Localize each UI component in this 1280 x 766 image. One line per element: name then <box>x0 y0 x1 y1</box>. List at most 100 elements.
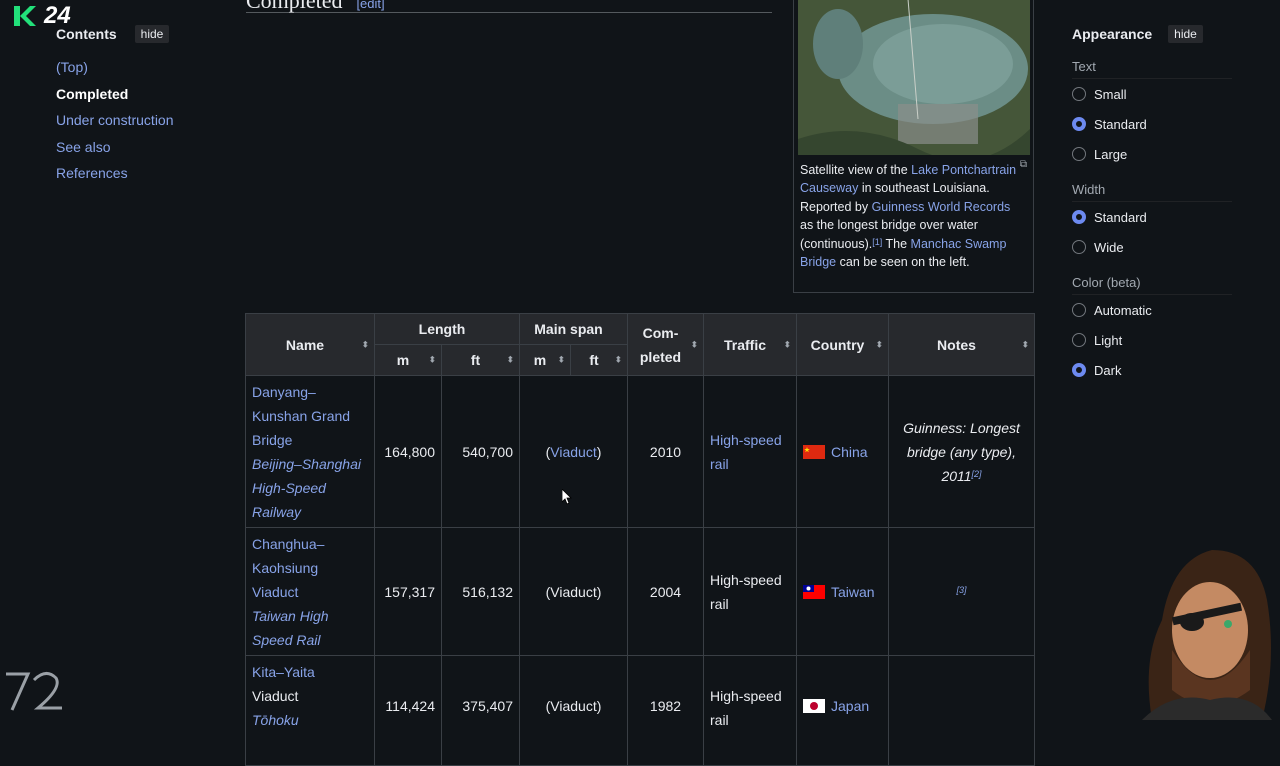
sort-icon: ⬍ <box>875 339 883 349</box>
ref-link[interactable]: [3] <box>956 585 966 595</box>
color-label: Color (beta) <box>1072 272 1232 295</box>
option-standard-text[interactable]: Standard <box>1072 109 1232 139</box>
appearance-hide-button[interactable]: hide <box>1168 25 1203 43</box>
country-cell: Taiwan <box>796 527 889 656</box>
bridge-name-cont: Viaduct <box>252 688 299 704</box>
japan-flag-icon <box>803 699 825 713</box>
sort-icon: ⬍ <box>506 354 514 365</box>
taiwan-flag-icon <box>803 584 825 599</box>
width-label: Width <box>1072 179 1232 202</box>
col-country[interactable]: Country ⬍ <box>796 313 889 376</box>
china-flag-icon <box>803 444 825 459</box>
option-standard-width[interactable]: Standard <box>1072 202 1232 232</box>
toc-item-under-construction[interactable]: Under construction <box>56 111 216 138</box>
table-row: Changhua–Kaohsiung Viaduct Taiwan High S… <box>245 527 1035 656</box>
sort-icon: ⬍ <box>1021 339 1029 349</box>
col-length: Length <box>374 313 520 345</box>
country-link[interactable]: China <box>831 444 868 460</box>
col-traffic[interactable]: Traffic ⬍ <box>703 313 797 376</box>
sort-icon: ⬍ <box>428 354 436 365</box>
col-length-ft[interactable]: ft ⬍ <box>441 344 520 376</box>
option-dark[interactable]: Dark <box>1072 355 1232 385</box>
railway-link[interactable]: Tōhoku <box>252 712 299 728</box>
viaduct-link[interactable]: Viaduct <box>550 444 596 460</box>
col-notes[interactable]: Notes ⬍ <box>888 313 1035 376</box>
bridges-table: Name ⬍ Length Main span Com-pleted ⬍ Traff… <box>245 313 1035 766</box>
toc-title: Contents <box>56 26 117 42</box>
toc-item-completed[interactable]: Completed <box>56 85 216 112</box>
table-of-contents: Contents hide (Top) Completed Under cons… <box>56 22 216 191</box>
sort-icon: ⬍ <box>361 339 369 349</box>
appearance-title: Appearance <box>1072 26 1153 42</box>
option-light[interactable]: Light <box>1072 325 1232 355</box>
sort-icon: ⬍ <box>690 339 698 349</box>
col-name[interactable]: Name ⬍ <box>245 313 375 376</box>
radio-button[interactable] <box>1072 117 1086 131</box>
watermark-logo-icon <box>6 672 62 711</box>
length-ft: 375,407 <box>441 655 520 766</box>
section-edit-link[interactable]: [edit] <box>356 0 384 11</box>
traffic-cell: High-speed rail <box>703 375 797 528</box>
radio-button[interactable] <box>1072 147 1086 161</box>
ref-link[interactable]: [2] <box>972 469 982 479</box>
toc-link[interactable]: (Top) <box>56 59 88 75</box>
high-speed-rail-link[interactable]: High-speed rail <box>710 432 782 472</box>
country-link[interactable]: Taiwan <box>831 584 875 600</box>
country-cell: Japan <box>796 655 889 766</box>
section-heading: Completed [edit] <box>246 0 772 13</box>
railway-link[interactable]: Taiwan High Speed Rail <box>252 608 329 648</box>
sort-icon: ⬍ <box>614 354 622 365</box>
sort-icon: ⬍ <box>783 339 791 349</box>
notes-cell <box>888 655 1035 766</box>
country-cell: China <box>796 375 889 528</box>
option-small[interactable]: Small <box>1072 79 1232 109</box>
col-span-m[interactable]: m ⬍ <box>519 344 571 376</box>
ref-link[interactable]: [1] <box>872 237 882 247</box>
bridge-name-link[interactable]: Changhua–Kaohsiung Viaduct <box>252 536 324 600</box>
radio-button[interactable] <box>1072 363 1086 377</box>
option-automatic[interactable]: Automatic <box>1072 295 1232 325</box>
sort-icon: ⬍ <box>557 354 565 365</box>
satellite-image[interactable] <box>798 0 1030 155</box>
section-title: Completed <box>246 0 343 13</box>
main-span: (Viaduct) <box>519 375 628 528</box>
bridge-name-cell: Kita–Yaita Viaduct Tōhoku <box>245 655 375 766</box>
radio-button[interactable] <box>1072 333 1086 347</box>
table-row: Kita–Yaita Viaduct Tōhoku 114,424 375,40… <box>245 655 1035 766</box>
streamer-avatar <box>1142 550 1272 720</box>
guinness-link[interactable]: Guinness World Records <box>872 200 1011 214</box>
traffic-cell: High-speed rail <box>703 655 797 766</box>
option-wide[interactable]: Wide <box>1072 232 1232 262</box>
toc-link[interactable]: Under construction <box>56 112 174 128</box>
thumbnail-figure: ⧉ Satellite view of the Lake Pontchartra… <box>793 0 1034 293</box>
traffic-cell: High-speed rail <box>703 527 797 656</box>
toc-link[interactable]: See also <box>56 139 110 155</box>
toc-link[interactable]: References <box>56 165 128 181</box>
radio-button[interactable] <box>1072 87 1086 101</box>
radio-button[interactable] <box>1072 210 1086 224</box>
col-length-m[interactable]: m ⬍ <box>374 344 442 376</box>
col-completed[interactable]: Com-pleted ⬍ <box>627 313 704 376</box>
main-span: (Viaduct) <box>519 655 628 766</box>
country-link[interactable]: Japan <box>831 698 869 714</box>
k-logo-icon <box>14 6 36 26</box>
radio-button[interactable] <box>1072 240 1086 254</box>
completed-year: 2010 <box>627 375 704 528</box>
toc-hide-button[interactable]: hide <box>134 25 170 43</box>
toc-item-see-also[interactable]: See also <box>56 138 216 165</box>
completed-year: 1982 <box>627 655 704 766</box>
bridge-name-cell: Danyang–Kunshan Grand Bridge Beijing–Sha… <box>245 375 375 528</box>
length-ft: 540,700 <box>441 375 520 528</box>
radio-button[interactable] <box>1072 303 1086 317</box>
option-large[interactable]: Large <box>1072 139 1232 169</box>
appearance-panel: Appearance hide Text Small Standard Larg… <box>1072 22 1232 385</box>
col-span-ft[interactable]: ft ⬍ <box>570 344 628 376</box>
figure-caption: Satellite view of the Lake Pontchartrain… <box>800 163 1017 270</box>
toc-item-top[interactable]: (Top) <box>56 58 216 85</box>
bridge-name-link[interactable]: Kita–Yaita <box>252 664 315 680</box>
toc-item-references[interactable]: References <box>56 164 216 191</box>
notes-cell: [3] <box>888 527 1035 656</box>
bridge-name-link[interactable]: Danyang–Kunshan Grand Bridge <box>252 384 350 448</box>
text-size-label: Text <box>1072 56 1232 79</box>
railway-link[interactable]: Beijing–Shanghai High-Speed Railway <box>252 456 361 520</box>
